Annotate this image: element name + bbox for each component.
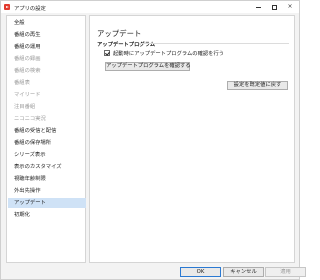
sidebar-item-series[interactable]: シリーズ表示 (8, 150, 86, 160)
sidebar-item-age-limit[interactable]: 視聴年齢制限 (8, 174, 86, 184)
sidebar-item-featured[interactable]: 注目番組 (8, 102, 86, 112)
sidebar-item-program-guide[interactable]: 番組表 (8, 78, 86, 88)
app-play-icon (4, 4, 10, 10)
apply-button[interactable]: 適用 (265, 267, 306, 277)
close-icon: × (287, 3, 293, 10)
sidebar-item-operation[interactable]: 番組の運用 (8, 42, 86, 52)
minimize-icon (255, 6, 261, 8)
update-on-start-checkbox[interactable] (104, 50, 110, 56)
group-divider (139, 43, 289, 44)
settings-sidebar: 全般 番組の再生 番組の運用 番組の録画 番組の検索 番組表 マイリード 注目番… (6, 15, 86, 263)
sidebar-item-general[interactable]: 全般 (8, 18, 86, 28)
sidebar-item-niconico[interactable]: ニコニコ実況 (8, 114, 86, 124)
update-on-start-label: 起動時にアップデートプログラムの確認を行う (113, 51, 225, 57)
title-bar: アプリの設定 × (1, 1, 299, 13)
minimize-button[interactable] (251, 1, 265, 13)
sidebar-item-customize[interactable]: 表示のカスタマイズ (8, 162, 86, 172)
sidebar-item-my-lead[interactable]: マイリード (8, 90, 86, 100)
sidebar-item-search[interactable]: 番組の検索 (8, 66, 86, 76)
sidebar-item-update[interactable]: アップデート (8, 198, 86, 208)
group-heading: アップデートプログラム (97, 42, 156, 48)
sidebar-item-receive-distribute[interactable]: 番組の受信と配信 (8, 126, 86, 136)
close-button[interactable]: × (283, 1, 297, 13)
sidebar-item-save-location[interactable]: 番組の保存場所 (8, 138, 86, 148)
settings-content: アップデート アップデートプログラム 起動時にアップデートプログラムの確認を行う… (89, 15, 295, 263)
sidebar-item-reset[interactable]: 初期化 (8, 210, 86, 220)
check-update-button[interactable]: アップデートプログラムを確認する (105, 62, 191, 71)
maximize-icon (271, 4, 277, 10)
update-on-start-option[interactable]: 起動時にアップデートプログラムの確認を行う (104, 49, 224, 57)
maximize-button[interactable] (267, 1, 281, 13)
settings-window: アプリの設定 × 全般 番組の再生 番組の運用 番組の録画 番組の検索 番組表 … (0, 0, 306, 280)
sidebar-item-recording[interactable]: 番組の録画 (8, 54, 86, 64)
ok-button[interactable]: OK (180, 267, 221, 277)
sidebar-item-playback[interactable]: 番組の再生 (8, 30, 86, 40)
reset-defaults-button[interactable]: 設定を既定値に戻す (227, 81, 288, 90)
sidebar-item-remote[interactable]: 外出先操作 (8, 186, 86, 196)
page-title: アップデート (97, 29, 142, 38)
cancel-button[interactable]: キャンセル (223, 267, 264, 277)
window-title: アプリの設定 (14, 6, 46, 12)
